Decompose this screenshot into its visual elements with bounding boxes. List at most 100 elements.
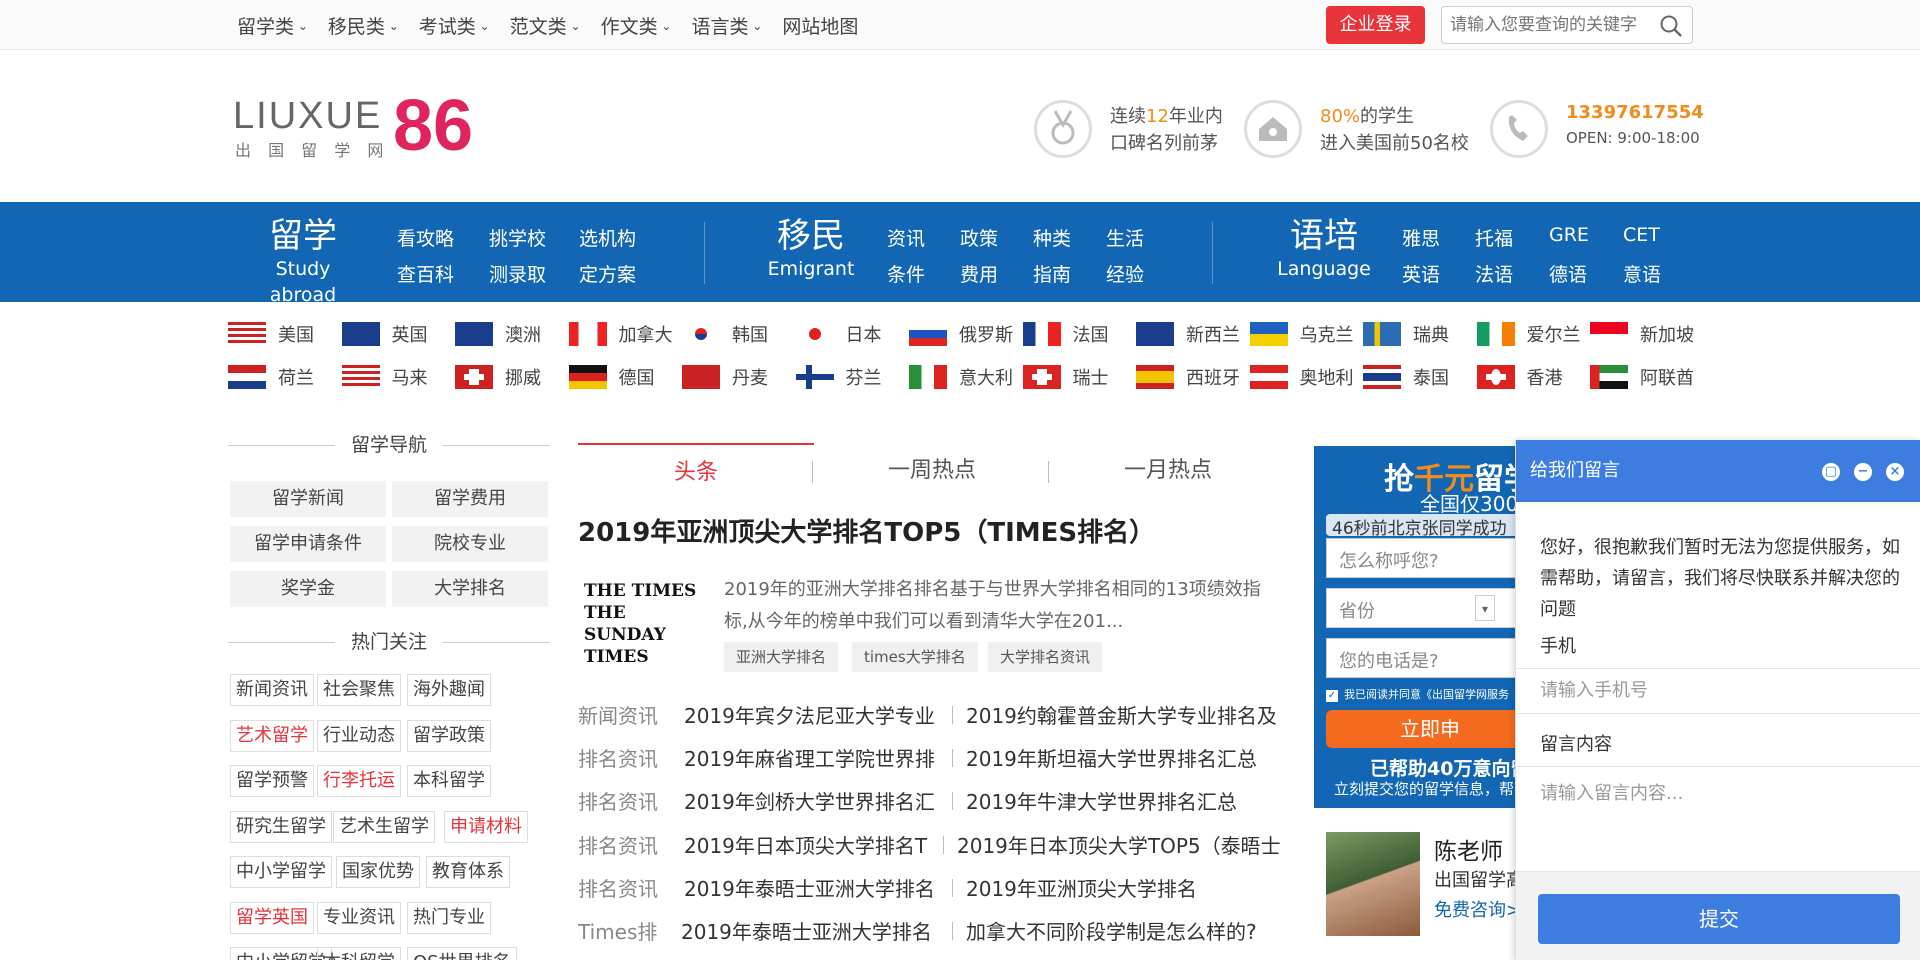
nav-link[interactable]: 意语 bbox=[1623, 260, 1661, 287]
country-link[interactable]: 挪威 bbox=[455, 361, 567, 391]
news-category[interactable]: 排名资讯 bbox=[578, 873, 658, 902]
country-link[interactable]: 意大利 bbox=[909, 361, 1021, 391]
hot-tag[interactable]: 中小学留学 bbox=[230, 856, 332, 888]
country-link[interactable]: 俄罗斯 bbox=[909, 318, 1021, 348]
hot-tag[interactable]: 留学政策 bbox=[407, 719, 491, 752]
hot-tag[interactable]: 教育体系 bbox=[426, 856, 510, 888]
news-category[interactable]: 排名资讯 bbox=[578, 830, 658, 859]
keyword-tag[interactable]: 大学排名资讯 bbox=[988, 642, 1103, 672]
topnav-emigrant[interactable]: 移民类 bbox=[328, 12, 399, 39]
nav-link[interactable]: 定方案 bbox=[579, 260, 636, 287]
news-link[interactable]: 2019年麻省理工学院世界排 bbox=[684, 743, 935, 772]
news-link[interactable]: 2019年牛津大学世界排名汇总 bbox=[966, 786, 1237, 815]
study-nav-item[interactable]: 院校专业 bbox=[392, 526, 548, 562]
hot-tag[interactable]: 新闻资讯 bbox=[230, 674, 314, 706]
country-link[interactable]: 香港 bbox=[1476, 361, 1589, 391]
country-link[interactable]: 德国 bbox=[568, 361, 681, 391]
topnav-essay[interactable]: 作文类 bbox=[601, 12, 672, 39]
hot-tag[interactable]: 艺术留学 bbox=[230, 719, 314, 752]
news-link[interactable]: 2019年宾夕法尼亚大学专业 bbox=[684, 700, 935, 729]
hot-tag[interactable]: 社会聚焦 bbox=[317, 674, 401, 706]
hot-tag[interactable]: 本科留学 bbox=[317, 947, 401, 960]
study-nav-item[interactable]: 留学申请条件 bbox=[230, 526, 386, 562]
nav-link[interactable]: 测录取 bbox=[489, 260, 546, 287]
country-link[interactable]: 芬兰 bbox=[795, 361, 908, 391]
hot-tag[interactable]: 申请材料 bbox=[444, 810, 528, 843]
country-link[interactable]: 瑞典 bbox=[1363, 318, 1475, 348]
hot-tag[interactable]: 留学英国 bbox=[230, 901, 314, 934]
nav-link[interactable]: 托福 bbox=[1475, 224, 1513, 251]
hot-tag[interactable]: 专业资讯 bbox=[317, 901, 401, 934]
news-link[interactable]: 2019年亚洲顶尖大学排名 bbox=[966, 873, 1197, 902]
nav-link[interactable]: 费用 bbox=[960, 260, 998, 287]
hot-tag[interactable]: 艺术生留学 bbox=[333, 810, 435, 843]
hot-tag[interactable]: 研究生留学 bbox=[230, 810, 332, 843]
hot-tag[interactable]: 国家优势 bbox=[336, 856, 420, 888]
country-link[interactable]: 爱尔兰 bbox=[1476, 318, 1589, 348]
country-link[interactable]: 西班牙 bbox=[1136, 361, 1248, 391]
nav-link[interactable]: 查百科 bbox=[397, 260, 454, 287]
nav-link[interactable]: 生活 bbox=[1106, 224, 1144, 251]
search-input[interactable] bbox=[1450, 15, 1650, 35]
country-link[interactable]: 泰国 bbox=[1363, 361, 1475, 391]
topnav-samples[interactable]: 范文类 bbox=[510, 12, 581, 39]
chat-submit-button[interactable]: 提交 bbox=[1538, 894, 1900, 944]
country-link[interactable]: 乌克兰 bbox=[1249, 318, 1362, 348]
nav-language-title[interactable]: 语培 Language bbox=[1274, 216, 1374, 282]
hot-tag[interactable]: 行李托运 bbox=[317, 765, 401, 797]
name-input[interactable]: 怎么称呼您? bbox=[1326, 538, 1534, 578]
nav-link[interactable]: 英语 bbox=[1402, 260, 1440, 287]
nav-link[interactable]: 政策 bbox=[960, 224, 998, 251]
hot-tag[interactable]: 热门专业 bbox=[407, 901, 491, 934]
hot-tag[interactable]: 行业动态 bbox=[317, 719, 401, 752]
country-link[interactable]: 美国 bbox=[228, 318, 340, 348]
nav-link[interactable]: GRE bbox=[1549, 224, 1589, 246]
country-link[interactable]: 法国 bbox=[1022, 318, 1135, 348]
country-link[interactable]: 奥地利 bbox=[1249, 361, 1362, 391]
news-link[interactable]: 加拿大不同阶段学制是怎么样的? bbox=[966, 916, 1257, 945]
maximize-icon[interactable]: ▢ bbox=[1822, 463, 1840, 481]
headline-title[interactable]: 2019年亚洲顶尖大学排名TOP5（TIMES排名） bbox=[578, 512, 1155, 549]
study-nav-item[interactable]: 留学新闻 bbox=[230, 481, 386, 517]
news-link[interactable]: 2019约翰霍普金斯大学专业排名及 bbox=[966, 700, 1277, 729]
hot-tag[interactable]: 留学预警 bbox=[230, 765, 314, 797]
nav-link[interactable]: 资讯 bbox=[887, 224, 925, 251]
search-icon[interactable] bbox=[1658, 13, 1684, 39]
chat-phone-input[interactable]: 请输入手机号 bbox=[1516, 668, 1920, 714]
keyword-tag[interactable]: times大学排名 bbox=[852, 642, 978, 672]
nav-link[interactable]: 经验 bbox=[1106, 260, 1144, 287]
nav-link[interactable]: 看攻略 bbox=[397, 224, 454, 251]
news-category[interactable]: Times排 bbox=[578, 916, 657, 945]
nav-link[interactable]: 条件 bbox=[887, 260, 925, 287]
province-select[interactable]: 省份 ▾ bbox=[1326, 588, 1534, 628]
nav-link[interactable]: 德语 bbox=[1549, 260, 1587, 287]
enterprise-login-button[interactable]: 企业登录 bbox=[1326, 6, 1425, 44]
nav-link[interactable]: 挑学校 bbox=[489, 224, 546, 251]
article-thumbnail[interactable]: THE TIMES THE SUNDAY TIMES bbox=[584, 580, 698, 667]
country-link[interactable]: 加拿大 bbox=[568, 318, 681, 348]
tab-month-hot[interactable]: 一月热点 bbox=[1050, 443, 1286, 487]
news-link[interactable]: 2019年斯坦福大学世界排名汇总 bbox=[966, 743, 1257, 772]
hot-tag[interactable]: 海外趣闻 bbox=[407, 674, 491, 706]
news-link[interactable]: 2019年泰晤士亚洲大学排名 bbox=[681, 916, 932, 945]
nav-study-title[interactable]: 留学 Study abroad bbox=[240, 216, 366, 308]
apply-now-button[interactable]: 立即申 bbox=[1326, 710, 1534, 748]
chat-content-textarea[interactable]: 请输入留言内容... bbox=[1516, 766, 1920, 872]
country-link[interactable]: 英国 bbox=[341, 318, 454, 348]
country-link[interactable]: 瑞士 bbox=[1022, 361, 1135, 391]
news-link[interactable]: 2019年剑桥大学世界排名汇 bbox=[684, 786, 935, 815]
country-link[interactable]: 新加坡 bbox=[1590, 318, 1702, 348]
topnav-study[interactable]: 留学类 bbox=[237, 12, 308, 39]
country-link[interactable]: 日本 bbox=[795, 318, 908, 348]
nav-emigrant-title[interactable]: 移民 Emigrant bbox=[756, 216, 866, 282]
site-logo[interactable]: LIUXUE 86 出 国 留 学 网 bbox=[233, 86, 493, 168]
minimize-icon[interactable]: − bbox=[1854, 463, 1872, 481]
keyword-tag[interactable]: 亚洲大学排名 bbox=[724, 642, 839, 672]
study-nav-item[interactable]: 奖学金 bbox=[230, 571, 386, 607]
country-link[interactable]: 澳洲 bbox=[455, 318, 567, 348]
news-category[interactable]: 新闻资讯 bbox=[578, 700, 658, 729]
topnav-language[interactable]: 语言类 bbox=[691, 12, 762, 39]
country-link[interactable]: 丹麦 bbox=[682, 361, 794, 391]
hot-tag[interactable]: 本科留学 bbox=[407, 765, 491, 797]
topnav-sitemap[interactable]: 网站地图 bbox=[782, 12, 858, 39]
